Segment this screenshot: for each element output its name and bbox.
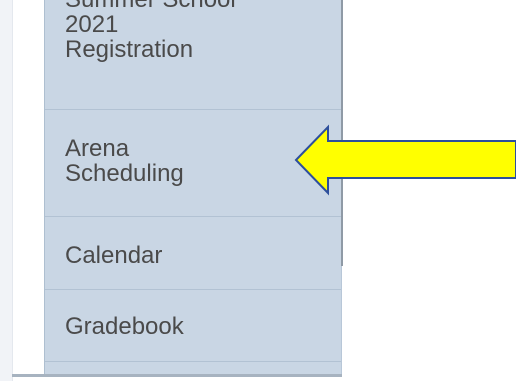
menu-item-label: Calendar	[65, 242, 163, 269]
menu-item-summer-school-2021-registration[interactable]: Summer School 2021 Registration	[45, 0, 341, 110]
menu-item-label: Summer School 2021 Registration	[65, 0, 236, 63]
menu-item-partial	[45, 362, 341, 374]
content-divider	[341, 0, 343, 266]
left-panel-strip	[0, 0, 13, 381]
menu-bottom-divider	[12, 374, 342, 377]
menu-item-gradebook[interactable]: Gradebook	[45, 290, 341, 362]
navigation-menu: Summer School 2021 Registration Arena Sc…	[44, 0, 342, 374]
menu-item-label: Gradebook	[65, 313, 184, 340]
menu-item-calendar[interactable]: Calendar	[45, 217, 341, 290]
menu-item-label: Arena Scheduling	[65, 135, 184, 187]
menu-item-arena-scheduling[interactable]: Arena Scheduling	[45, 110, 341, 217]
